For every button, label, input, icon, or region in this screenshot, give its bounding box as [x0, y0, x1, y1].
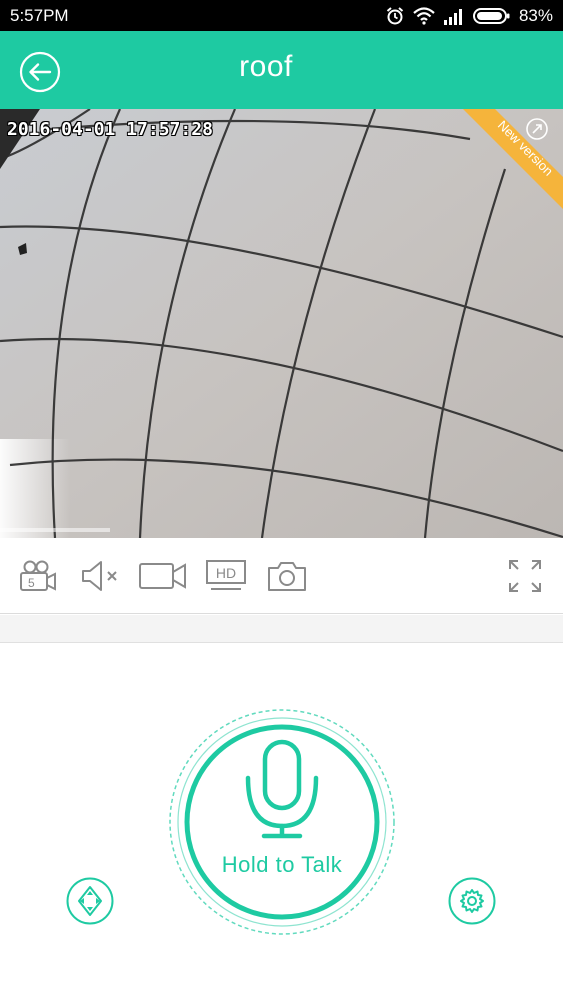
- hd-label: HD: [216, 565, 236, 581]
- fullscreen-button[interactable]: [505, 556, 545, 596]
- hd-button[interactable]: HD: [204, 556, 248, 596]
- microphone-icon: [245, 739, 319, 839]
- signal-icon: [443, 9, 462, 25]
- alarm-icon: [386, 7, 404, 25]
- mute-button[interactable]: [78, 556, 122, 596]
- video-timestamp: 2016-04-01 17:57:28: [7, 119, 213, 140]
- video-progress: [0, 528, 110, 532]
- ribbon-shape: New version: [463, 109, 563, 209]
- divider: [0, 615, 563, 643]
- talk-ring: [169, 709, 395, 935]
- battery-icon: [472, 8, 510, 24]
- status-icons: 83%: [385, 5, 553, 27]
- settings-button[interactable]: [448, 877, 496, 925]
- talk-label: Hold to Talk: [221, 852, 343, 877]
- mute-icon: [82, 561, 117, 591]
- video-record-button[interactable]: [137, 556, 189, 596]
- snapshot-icon: [268, 562, 306, 591]
- snapshot-button[interactable]: [265, 556, 309, 596]
- control-panel: Hold to Talk: [0, 644, 563, 1000]
- svg-text:5: 5: [28, 576, 35, 590]
- ptz-direction-icon: [66, 877, 114, 925]
- hd-icon: HD: [206, 560, 246, 590]
- video-record-icon: [139, 563, 186, 589]
- page-title: roof: [239, 50, 293, 83]
- status-time: 5:57PM: [10, 6, 69, 25]
- hold-to-talk-button[interactable]: [168, 708, 396, 936]
- video-feed[interactable]: 2016-04-01 17:57:28 New version: [0, 109, 563, 538]
- battery-percent: 83%: [518, 6, 553, 25]
- new-version-ribbon[interactable]: New version: [463, 109, 563, 209]
- ptz-button[interactable]: [66, 877, 114, 925]
- video-toolbar: 5 HD: [0, 538, 563, 614]
- record-button[interactable]: 5: [16, 556, 60, 596]
- fullscreen-icon: [509, 560, 541, 592]
- status-bar: 5:57PM 83%: [0, 0, 563, 31]
- gear-icon: [448, 877, 496, 925]
- wifi-icon: [413, 7, 435, 25]
- app-header: roof: [0, 31, 563, 109]
- record-icon: 5: [20, 560, 56, 591]
